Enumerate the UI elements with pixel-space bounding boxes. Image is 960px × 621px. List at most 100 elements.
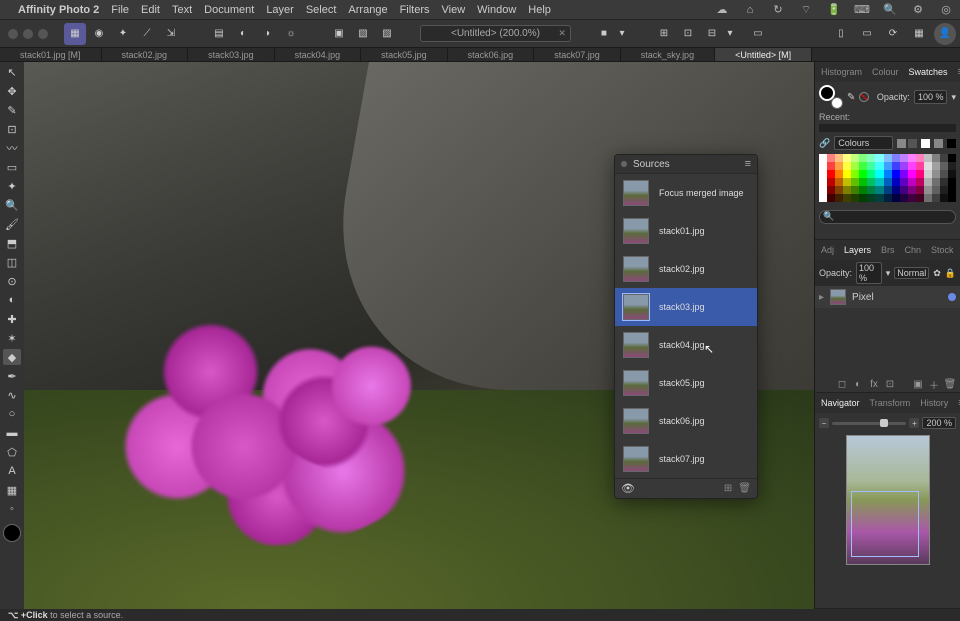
swatch-black-icon[interactable] [947,139,956,148]
document-tab[interactable]: stack05.jpg [361,48,448,61]
swatch[interactable] [819,186,827,194]
swatch[interactable] [827,178,835,186]
swatch[interactable] [948,162,956,170]
layer-opacity-dropdown-icon[interactable]: ▾ [886,268,891,279]
menu-layer[interactable]: Layer [266,4,294,16]
swatch[interactable] [940,154,948,162]
tool-node-icon[interactable]: ◦ [3,501,21,517]
layer-visibility-icon[interactable] [948,293,956,301]
source-item[interactable]: stack01.jpg [615,212,757,250]
swatch[interactable] [851,194,859,202]
swatch[interactable] [908,162,916,170]
swatch[interactable] [867,170,875,178]
swatch[interactable] [827,170,835,178]
swatch[interactable] [843,162,851,170]
swatch[interactable] [819,154,827,162]
account-avatar-icon[interactable]: 👤 [934,23,956,45]
swatch[interactable] [851,178,859,186]
swatch[interactable] [875,186,883,194]
adjustment-icon[interactable]: ◐ [852,378,864,390]
source-item[interactable]: Focus merged image [615,174,757,212]
color-wells[interactable] [819,85,843,109]
tool-selection-brush-icon[interactable]: 〰 [3,140,21,156]
toolbar-autowhite-icon[interactable]: ☼ [280,23,302,45]
eyedropper-icon[interactable]: ✎ [847,92,855,103]
swatch[interactable] [924,170,932,178]
tool-smudge-icon[interactable]: ∿ [3,387,21,403]
tool-pen-icon[interactable]: ✒ [3,368,21,384]
tool-shape-icon[interactable]: ⬠ [3,444,21,460]
toggle-visibility-icon[interactable]: 👁 [621,482,635,495]
swatch[interactable] [851,162,859,170]
swatch[interactable] [875,170,883,178]
swatch[interactable] [948,170,956,178]
source-item[interactable]: stack07.jpg [615,440,757,478]
swatch-grid-large-icon[interactable] [908,139,917,148]
swatch[interactable] [843,170,851,178]
swatch[interactable] [875,154,883,162]
swatch[interactable] [900,194,908,202]
tool-view-icon[interactable]: ✥ [3,83,21,99]
swatch[interactable] [875,178,883,186]
tool-zoom-icon[interactable]: 🔍 [3,197,21,213]
swatch[interactable] [859,162,867,170]
tool-erase-icon[interactable]: ◫ [3,254,21,270]
swatch[interactable] [900,186,908,194]
mask-icon[interactable]: ◻ [836,378,848,390]
swatch[interactable] [940,162,948,170]
tool-color-picker-icon[interactable]: ✎ [3,102,21,118]
swatch[interactable] [819,194,827,202]
toolbar-snap-icon[interactable]: ⊞ [653,23,675,45]
document-tab[interactable]: stack04.jpg [275,48,362,61]
add-layer-icon[interactable]: ＋ [928,378,940,390]
toolbar-autobalance-icon[interactable]: ◑ [256,23,278,45]
minimize-window-button[interactable] [23,29,33,39]
tool-move-icon[interactable]: ↖ [3,64,21,80]
swatch[interactable] [859,194,867,202]
toolbar-invert-icon[interactable]: ▨ [376,23,398,45]
swatch[interactable] [827,194,835,202]
zoom-in-button[interactable]: + [909,418,919,428]
menu-view[interactable]: View [442,4,466,16]
menu-file[interactable]: File [111,4,129,16]
swatch[interactable] [948,186,956,194]
swatch[interactable] [892,186,900,194]
layer-row[interactable]: ▸ Pixel [815,286,960,308]
swatch[interactable] [924,154,932,162]
swatch[interactable] [948,194,956,202]
swatch[interactable] [867,178,875,186]
swatch[interactable] [867,154,875,162]
layer-expand-icon[interactable]: ▸ [819,292,824,303]
palette-selector[interactable]: Colours [834,136,893,150]
swatch[interactable] [819,170,827,178]
canvas[interactable]: Sources ≡ Focus merged imagestack01.jpgs… [24,62,814,609]
swatch[interactable] [884,154,892,162]
remove-source-icon[interactable]: 🗑 [738,483,751,494]
status-control-center-icon[interactable]: ⚙ [910,2,926,18]
swatch[interactable] [843,178,851,186]
swatch[interactable] [851,186,859,194]
menu-edit[interactable]: Edit [141,4,160,16]
swatch[interactable] [835,170,843,178]
toolbar-arrange-icon[interactable]: ▯ [830,23,852,45]
swatch[interactable] [859,154,867,162]
opacity-dropdown-icon[interactable]: ▾ [951,92,956,103]
swatch[interactable] [940,178,948,186]
swatch[interactable] [948,154,956,162]
source-item[interactable]: stack02.jpg [615,250,757,288]
tool-inpaint-icon[interactable]: ✶ [3,330,21,346]
swatch[interactable] [835,154,843,162]
swatch[interactable] [924,162,932,170]
swatch[interactable] [884,186,892,194]
swatch-white-icon[interactable] [921,139,930,148]
swatch[interactable] [908,186,916,194]
swatch[interactable] [924,186,932,194]
swatch[interactable] [916,186,924,194]
tab-channels[interactable]: Chn [903,243,924,257]
status-shield-icon[interactable]: ⌂ [742,2,758,18]
swatch-grid-small-icon[interactable] [897,139,906,148]
document-tab[interactable]: <Untitled> [M] [715,48,812,61]
menu-help[interactable]: Help [528,4,551,16]
status-wifi-icon[interactable]: ⌔ [798,2,814,18]
lock-icon[interactable]: 🔒 [945,268,956,279]
